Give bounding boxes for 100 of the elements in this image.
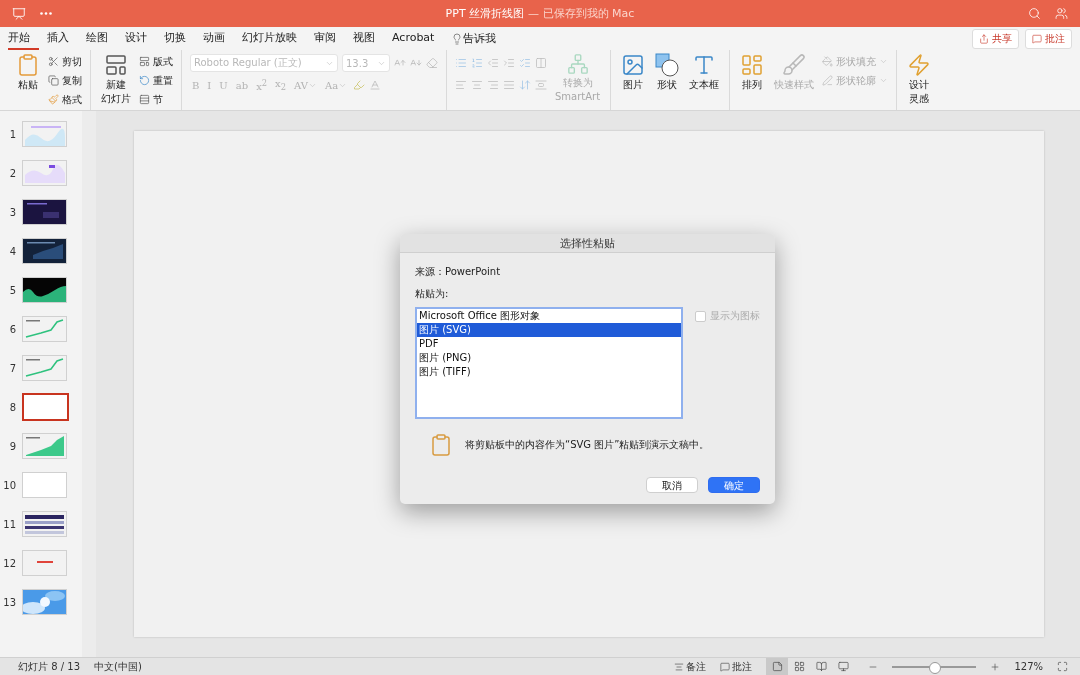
font-color-icon [369, 79, 382, 91]
format-painter-button[interactable]: 格式 [48, 91, 82, 108]
slide-position: 幻灯片 8 / 13 [18, 659, 80, 674]
comment-icon [1032, 33, 1042, 44]
comment-icon [720, 661, 731, 672]
zoom-slider[interactable] [892, 661, 977, 672]
zoom-percent: 127% [1014, 661, 1043, 672]
cut-button[interactable]: 剪切 [48, 53, 82, 70]
slide-number: 1 [8, 128, 16, 140]
grow-font-icon [394, 57, 406, 69]
ribbon-tab[interactable]: 动画 [203, 27, 234, 50]
highlighter-icon [353, 79, 366, 91]
zoom-in-icon [990, 661, 1001, 672]
slide-number: 5 [8, 284, 16, 296]
paint-bucket-icon [822, 56, 834, 67]
clipboard-icon [16, 53, 40, 77]
line-spacing-icon [519, 57, 531, 69]
align-center-icon [471, 79, 483, 91]
save-status: — 已保存到我的 Mac [528, 6, 635, 21]
slide-number: 4 [8, 245, 16, 257]
align-right-icon [487, 79, 499, 91]
dialog-title: 选择性粘贴 [400, 234, 775, 253]
slide-number: 7 [8, 362, 16, 374]
reset-icon [139, 75, 150, 86]
format-option[interactable]: 图片 (SVG) [417, 323, 681, 337]
bullets-icon [455, 57, 467, 69]
comments-button[interactable]: 批注 [1025, 28, 1072, 49]
slide-thumbnail[interactable] [22, 393, 69, 421]
presentation-icon [12, 6, 26, 21]
insert-button[interactable]: 图片 [619, 53, 648, 91]
ribbon-tab[interactable]: 幻灯片放映 [242, 27, 306, 50]
section-icon [139, 94, 150, 105]
slider-thumb[interactable] [929, 661, 942, 674]
collaborate-icon [1055, 7, 1068, 20]
pen-icon [822, 75, 834, 86]
justify-icon [503, 79, 515, 91]
new-slide-button[interactable]: 新建 幻灯片 [99, 53, 133, 104]
notes-button[interactable]: 备注 [674, 659, 707, 674]
slide-number: 9 [8, 440, 16, 452]
picture-icon [621, 53, 646, 77]
source-text: 来源：PowerPoint [415, 265, 502, 279]
fit-window-icon [1057, 661, 1068, 672]
search-icon [1028, 7, 1041, 20]
slide-sorter-icon [793, 661, 805, 672]
slide-number: 10 [2, 479, 16, 491]
align-text-icon [535, 79, 547, 91]
notes-icon [674, 661, 685, 672]
section-button[interactable]: 节 [139, 91, 173, 108]
outdent-icon [487, 57, 499, 69]
lightning-icon [907, 53, 932, 77]
slideshow-icon [837, 661, 849, 672]
paste-button[interactable]: 粘贴 [14, 53, 42, 91]
language: 中文(中国) [94, 659, 142, 674]
slide-number: 8 [8, 401, 16, 413]
quick-styles-icon [782, 53, 807, 77]
dialog-button[interactable]: 确定 [708, 477, 760, 493]
format-option[interactable]: 图片 (PNG) [417, 351, 681, 365]
copy-icon [48, 75, 59, 86]
ribbon-tab[interactable]: 绘图 [86, 27, 117, 50]
text-direction-icon [519, 79, 531, 91]
format-option[interactable]: PDF [417, 337, 681, 351]
clipboard-icon [429, 433, 453, 457]
new-slide-icon [104, 53, 128, 77]
shapes-icon [655, 53, 680, 77]
description-text: 将剪贴板中的内容作为“SVG 图片”粘贴到演示文稿中。 [465, 438, 710, 452]
slide-number: 11 [2, 518, 16, 530]
ribbon-tab[interactable]: 插入 [47, 27, 78, 50]
shrink-font-icon [410, 57, 422, 69]
clear-format-icon [426, 57, 438, 69]
share-button[interactable]: 共享 [972, 28, 1019, 49]
slide-number: 12 [2, 557, 16, 569]
smartart-icon [566, 53, 589, 75]
ribbon-tab[interactable]: 设计 [125, 27, 156, 50]
normal-view-icon [771, 661, 783, 672]
ribbon-tab[interactable]: 切换 [164, 27, 195, 50]
more-icon[interactable] [40, 12, 52, 15]
layout-icon [139, 56, 150, 67]
view-button[interactable] [766, 658, 789, 675]
copy-button[interactable]: 复制 [48, 72, 82, 89]
ribbon-tab[interactable]: Acrobat [392, 28, 444, 49]
comments-status-button[interactable]: 批注 [720, 659, 753, 674]
reading-view-icon [815, 661, 827, 672]
tell-me-field[interactable]: 告诉我 [463, 31, 497, 46]
designer-button[interactable]: 设计 灵感 [905, 53, 934, 104]
window-title: PPT 丝滑折线图 [445, 6, 525, 21]
layout-button[interactable]: 版式 [139, 53, 173, 70]
indent-icon [503, 57, 515, 69]
insert-button[interactable]: 形状 [653, 53, 682, 91]
lightbulb-icon [451, 32, 464, 45]
dialog-button[interactable]: 取消 [646, 477, 698, 493]
paste-as-label: 粘贴为: [415, 287, 450, 301]
format-option[interactable]: 图片 (TIFF) [417, 365, 681, 379]
format-option[interactable]: Microsoft Office 图形对象 [417, 309, 681, 323]
arrange-button[interactable]: 排列 [738, 53, 767, 91]
insert-button[interactable]: 文本框 [687, 53, 722, 91]
columns-icon [535, 57, 547, 69]
reset-button[interactable]: 重置 [139, 72, 173, 89]
share-icon [979, 33, 989, 44]
ribbon-tab[interactable]: 视图 [353, 27, 384, 50]
ribbon-tab[interactable]: 审阅 [314, 27, 345, 50]
